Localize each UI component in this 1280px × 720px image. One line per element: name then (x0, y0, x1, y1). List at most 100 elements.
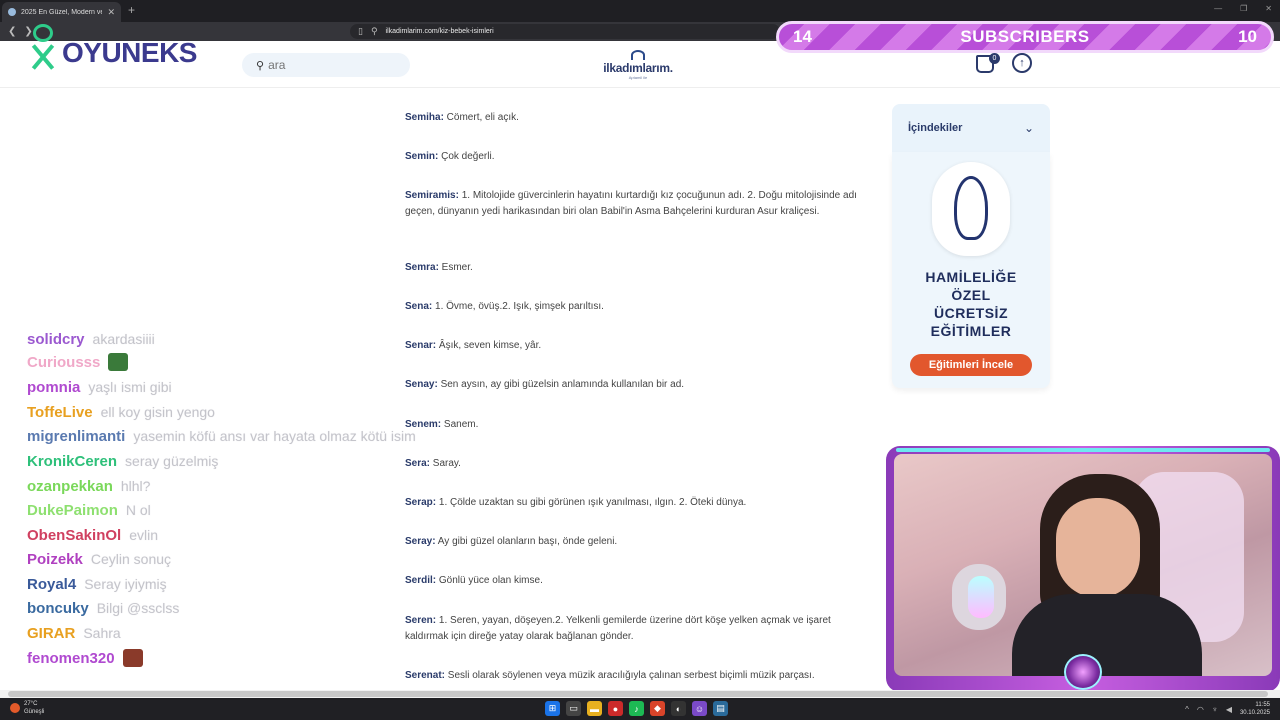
streamer-badge-icon (1064, 654, 1102, 690)
name-entry: Senay: Sen aysın, ay gibi güzelsin anlam… (405, 379, 685, 390)
tab-title: 2025 En Güzel, Modern ve Popüler (21, 8, 103, 16)
name-entry: Semin: Çok değerli. (405, 151, 495, 162)
channel-logo: OYUNEKS (26, 22, 197, 72)
channel-logo-text: OYUNEKS (62, 37, 197, 68)
name-entry: Sera: Saray. (405, 458, 461, 469)
url-text: ilkadimlarim.com/kiz-bebek-isimleri (385, 28, 494, 35)
webcam-frame (886, 446, 1280, 692)
chat-username: KronikCeren (27, 452, 118, 470)
app-icon[interactable]: ● (608, 701, 623, 716)
chat-text: Sahra (83, 625, 121, 641)
chat-text: yasemin köfü ansı var hayata olmaz kötü … (133, 428, 416, 444)
chat-username: Curiousss (27, 353, 101, 371)
chevron-down-icon: ⌄ (1023, 121, 1034, 135)
close-window-icon[interactable]: ✕ (1265, 4, 1272, 13)
maximize-icon[interactable]: ❐ (1240, 4, 1247, 13)
weather-desc: Güneşli (24, 709, 45, 715)
minimize-icon[interactable]: — (1214, 4, 1222, 13)
frog-emote-icon (108, 353, 129, 371)
notes-icon[interactable]: ▤ (713, 701, 728, 716)
scrollbar-thumb[interactable] (8, 691, 1268, 697)
search-icon: ⚲ (256, 59, 265, 72)
favicon-icon (8, 8, 16, 16)
taskbar: 27°C Güneşli ⊞ ▭ ▬ ● ♪ ◆ ◐ ☺ ▤ ^ ◠ ♆ ◀ 1… (0, 698, 1280, 720)
chat-username: GIRAR (27, 624, 76, 642)
webcam-feed (894, 454, 1272, 676)
chat-message: Royal4 Seray iyiymiş (27, 573, 167, 595)
pregnant-woman-icon (932, 162, 1010, 256)
site-logo[interactable]: ilkadımlarım. Aptamil ile (598, 45, 678, 85)
browser-tab[interactable]: 2025 En Güzel, Modern ve Popüler ✕ (2, 2, 121, 22)
brand-sub: Aptamil ile (628, 75, 648, 80)
site-search[interactable]: ⚲ (242, 53, 410, 77)
chat-text: evlin (129, 527, 158, 543)
spotify-icon[interactable]: ♪ (629, 701, 644, 716)
subscribers-right-count: 10 (1238, 27, 1257, 46)
chat-text: yaşlı ismi gibi (88, 379, 172, 395)
chat-message: pomnia yaşlı ismi gibi (27, 376, 172, 398)
chat-text: akardasiiii (92, 331, 155, 347)
chat-text: ell koy gisin yengo (100, 404, 215, 420)
name-entry: Semra: Esmer. (405, 262, 473, 273)
clock[interactable]: 11:55 30.10.2025 (1240, 701, 1270, 717)
bookmark-icon[interactable]: ▯ (358, 26, 363, 37)
chat-username: Royal4 (27, 575, 77, 593)
chat-message: Curiousss (27, 351, 129, 373)
chat-message: boncuky Bilgi @ssclss (27, 597, 179, 619)
chat-username: DukePaimon (27, 501, 118, 519)
sidebar-ad[interactable]: HAMİLELİĞE ÖZEL ÜCRETSİZ EĞİTİMLER Eğiti… (892, 152, 1050, 388)
chat-username: solidcry (27, 330, 85, 348)
brand-name: ilkadımlarım. (603, 61, 673, 75)
ad-cta-button[interactable]: Eğitimleri İncele (910, 354, 1032, 376)
browser-tab-bar: 2025 En Güzel, Modern ve Popüler ✕ + — ❐… (0, 0, 1280, 22)
ad-headline: HAMİLELİĞE ÖZEL ÜCRETSİZ EĞİTİMLER (925, 269, 1017, 339)
brave-icon[interactable]: ◆ (650, 701, 665, 716)
site-info-icon[interactable]: ⚲ (371, 26, 378, 37)
toc-label: İçindekiler (908, 122, 963, 134)
network-icon[interactable]: ◠ (1197, 705, 1204, 714)
system-tray: ^ ◠ ♆ ◀ 11:55 30.10.2025 (1185, 701, 1270, 717)
chat-username: pomnia (27, 378, 81, 396)
cart-count-badge: 0 (989, 53, 1000, 64)
chat-message: ToffeLive ell koy gisin yengo (27, 401, 215, 423)
discord-icon[interactable]: ☺ (692, 701, 707, 716)
chat-message: Poizekk Ceylin sonuç (27, 548, 171, 570)
name-entry: Sena: 1. Övme, övüş.2. Işık, şimşek parı… (405, 301, 604, 312)
horizontal-scrollbar[interactable] (0, 690, 1280, 698)
search-input[interactable] (268, 58, 389, 72)
chat-text: Bilgi @ssclss (96, 600, 180, 616)
chat-message: GIRAR Sahra (27, 622, 121, 644)
table-of-contents-toggle[interactable]: İçindekiler ⌄ (892, 104, 1050, 152)
name-entry: Serap: 1. Çölde uzaktan su gibi görünen … (405, 497, 747, 508)
name-entry: Serenat: Sesli olarak söylenen veya müzi… (405, 670, 815, 681)
name-entry: Senem: Sanem. (405, 419, 479, 430)
chat-text: Ceylin sonuç (90, 551, 172, 567)
chat-message: ObenSakinOl evlin (27, 524, 158, 546)
chat-message: migrenlimanti yasemin köfü ansı var hayat… (27, 425, 416, 447)
weather-widget[interactable]: 27°C Güneşli (10, 700, 44, 716)
chat-message: ozanpekkan hlhl? (27, 475, 150, 497)
chat-username: ObenSakinOl (27, 526, 122, 544)
volume-icon[interactable]: ◀ (1226, 705, 1232, 714)
app-icon[interactable]: ◐ (671, 701, 686, 716)
chat-message: DukePaimon N ol (27, 499, 151, 521)
url-field[interactable]: ▯ ⚲ ilkadimlarim.com/kiz-bebek-isimleri (350, 24, 780, 39)
weather-icon (10, 703, 20, 713)
face-emote-icon (122, 649, 143, 667)
name-entry: Seray: Ay gibi güzel olanların başı, önd… (405, 536, 618, 547)
back-icon[interactable]: ❮ (8, 26, 16, 37)
chat-username: Poizekk (27, 550, 83, 568)
start-icon[interactable]: ⊞ (545, 701, 560, 716)
chat-username: ToffeLive (27, 403, 93, 421)
file-explorer-icon[interactable]: ▬ (587, 701, 602, 716)
mic-icon[interactable]: ♆ (1212, 705, 1218, 714)
task-view-icon[interactable]: ▭ (566, 701, 581, 716)
tray-chevron-icon[interactable]: ^ (1185, 705, 1189, 714)
name-entry: Senar: Âşık, seven kimse, yâr. (405, 340, 542, 351)
new-tab-button[interactable]: + (128, 3, 135, 17)
scroll-top-icon[interactable]: ↑ (1012, 53, 1032, 73)
subscribers-left-count: 14 (793, 27, 812, 46)
chat-text: hlhl? (120, 478, 151, 494)
chat-text: seray güzelmiş (125, 453, 219, 469)
close-tab-icon[interactable]: ✕ (107, 7, 115, 18)
